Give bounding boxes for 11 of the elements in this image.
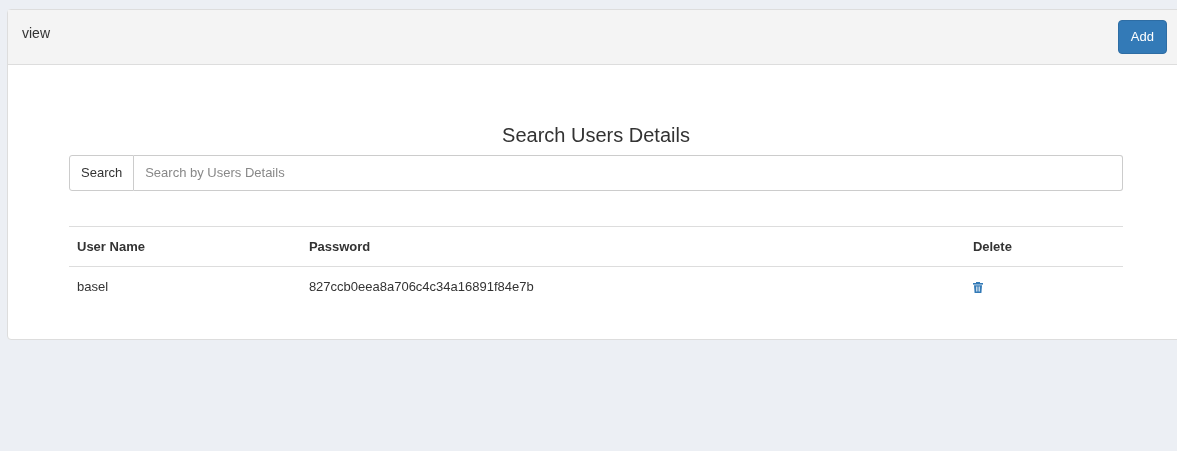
search-label: Search [69,155,135,191]
column-header: Delete [972,238,1012,254]
search-field[interactable]: Search by Users Details [134,155,1123,191]
section-title: Search Users Details [501,123,691,147]
table-cell: 827ccb0eea8a706c4c34a16891f84e7b [308,279,534,294]
table-cell: basel [77,279,109,294]
panel-title: view [22,24,50,43]
add-button[interactable]: Add [1117,20,1167,54]
column-header: Password [308,238,371,254]
column-header: User Name [77,238,145,254]
trash-icon[interactable] [972,282,983,294]
